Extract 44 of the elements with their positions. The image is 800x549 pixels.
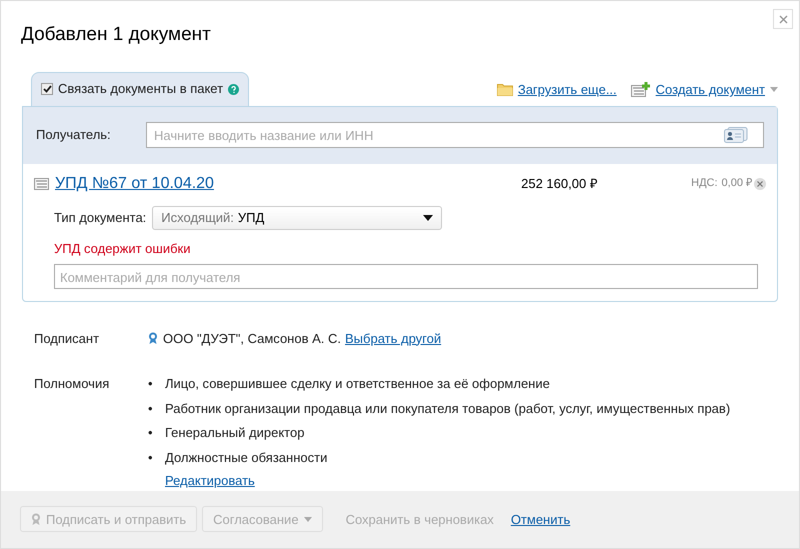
tab-label: Связать документы в пакет (58, 80, 224, 98)
document-link[interactable]: УПД №67 от 10.04.20 (55, 172, 214, 196)
upload-link[interactable]: Загрузить еще... (518, 80, 617, 100)
create-document-link[interactable]: Создать документ (656, 80, 765, 100)
amount-text: 252 160,00 ₽ (521, 174, 599, 193)
bullet: • (148, 400, 154, 418)
cancel-link[interactable]: Отменить (510, 510, 570, 529)
document-type-select[interactable]: Исходящий: УПД (152, 206, 442, 230)
checkbox[interactable] (41, 83, 53, 95)
document-type-label: Тип документа: (54, 208, 146, 227)
choose-other-link[interactable]: Выбрать другой (345, 328, 442, 348)
vat-label: НДС: (691, 176, 718, 192)
award-icon (31, 513, 41, 526)
document-icon (34, 178, 49, 190)
vat-value: 0,00 ₽ (722, 176, 752, 192)
power-item: Генеральный директор (165, 424, 304, 442)
remove-button[interactable] (754, 178, 766, 190)
package-tab[interactable]: Связать документы в пакет (31, 72, 250, 106)
power-item: Должностные обязанности (165, 448, 328, 467)
help-icon[interactable] (228, 84, 240, 94)
folder-icon (496, 83, 513, 96)
bullet: • (148, 424, 154, 442)
power-item: Лицо, совершившее сделку и ответственное за её оформление (165, 375, 550, 393)
dialog-title: Добавлен 1 документ (21, 23, 212, 47)
edit-link[interactable]: Редактировать (165, 471, 730, 490)
bullet: • (148, 375, 154, 393)
bullet: • (148, 448, 154, 466)
comment-field[interactable]: Комментарий для получателя (54, 264, 758, 289)
recipient-field[interactable]: Начните вводить название или ИНН (146, 122, 764, 148)
award-icon (148, 332, 158, 344)
dropdown-arrow-icon (423, 214, 434, 220)
caret-icon[interactable] (770, 87, 778, 92)
power-item: Работник организации продавца или покупателя товаров (работ, услуг, имущественных прав) (165, 400, 730, 418)
contact-card-icon[interactable] (724, 127, 748, 143)
signer-name: ООО "ДУЭТ", Самсонов А. С. (163, 330, 342, 348)
close-icon (778, 14, 788, 24)
powers-label: Полномочия (34, 375, 110, 393)
close-button[interactable] (773, 9, 793, 29)
signer-label: Подписант (34, 330, 100, 348)
recipient-label: Получатель: (36, 126, 112, 144)
close-icon (757, 180, 763, 186)
add-document-icon (630, 82, 651, 98)
caret-icon (304, 516, 312, 522)
error-message: УПД содержит ошибки (54, 240, 192, 258)
